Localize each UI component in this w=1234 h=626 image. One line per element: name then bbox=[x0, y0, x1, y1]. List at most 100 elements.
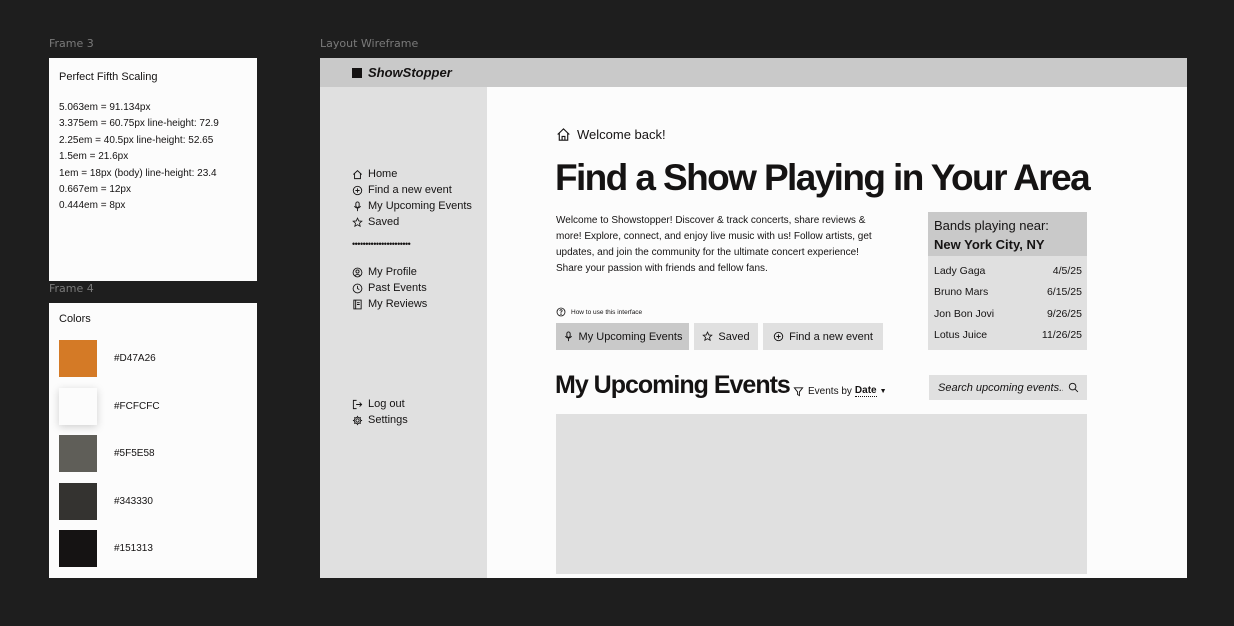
star-icon bbox=[702, 331, 714, 342]
sidebar-item-logout[interactable]: Log out bbox=[352, 397, 405, 411]
type-scale-line: 1.5em = 21.6px bbox=[59, 151, 129, 163]
band-row[interactable]: Lady Gaga 4/5/25 bbox=[928, 260, 1087, 282]
band-name: Bruno Mars bbox=[934, 286, 989, 299]
welcome-text: Welcome back! bbox=[577, 127, 666, 142]
my-upcoming-events-button[interactable]: My Upcoming Events bbox=[556, 323, 689, 350]
band-name: Lotus Juice bbox=[934, 329, 988, 342]
colors-frame: Colors #D47A26 #FCFCFC #5F5E58 #343330 #… bbox=[49, 303, 257, 578]
sidebar-item-settings[interactable]: Settings bbox=[352, 413, 408, 427]
user-circle-icon bbox=[352, 267, 363, 277]
page-title: Find a Show Playing in Your Area bbox=[555, 157, 1091, 198]
type-scale-line: 1em = 18px (body) line-height: 23.4 bbox=[59, 167, 217, 179]
sidebar-divider: •••••••••••••••••••••• bbox=[352, 239, 411, 249]
notebook-icon bbox=[353, 299, 362, 309]
color-swatch bbox=[59, 340, 97, 378]
type-scale-line: 0.444em = 8px bbox=[59, 200, 126, 212]
sort-value[interactable]: Date bbox=[854, 385, 877, 397]
colors-title: Colors bbox=[59, 313, 91, 325]
question-icon bbox=[556, 307, 566, 317]
sidebar-item-home[interactable]: Home bbox=[352, 167, 397, 181]
find-new-event-button[interactable]: Find a new event bbox=[763, 323, 883, 350]
sign-out-icon bbox=[352, 399, 363, 409]
microphone-icon bbox=[564, 331, 572, 342]
intro-paragraph: Welcome to Showstopper! Discover & track… bbox=[556, 215, 872, 274]
top-bar: ShowStopper bbox=[320, 58, 1187, 87]
button-label: Saved bbox=[718, 330, 750, 343]
clock-icon bbox=[352, 283, 363, 293]
events-list-placeholder bbox=[556, 414, 1087, 574]
color-swatch bbox=[59, 387, 97, 425]
microphone-icon bbox=[354, 200, 361, 211]
logo-square-icon bbox=[352, 67, 362, 78]
sidebar-item-reviews[interactable]: My Reviews bbox=[352, 297, 427, 311]
band-row[interactable]: Bruno Mars 6/15/25 bbox=[928, 282, 1087, 304]
section-title: My Upcoming Events bbox=[555, 371, 791, 399]
frame4-label: Frame 4 bbox=[49, 282, 94, 295]
search-input[interactable] bbox=[938, 381, 1063, 394]
band-date: 11/26/25 bbox=[1041, 329, 1082, 342]
type-scale-line: 2.25em = 40.5px line-height: 52.65 bbox=[59, 134, 214, 146]
help-link-text: How to use this interface bbox=[571, 308, 643, 316]
caret-down-icon: ▼ bbox=[879, 387, 887, 395]
color-swatch-row: #5F5E58 bbox=[59, 430, 247, 478]
color-swatch-row: #151313 bbox=[59, 525, 247, 573]
sidebar-item-upcoming-events[interactable]: My Upcoming Events bbox=[352, 199, 472, 213]
color-swatch bbox=[59, 482, 97, 520]
home-icon bbox=[353, 169, 362, 179]
search-box[interactable] bbox=[929, 375, 1087, 400]
typography-frame: Perfect Fifth Scaling 5.063em = 91.134px… bbox=[49, 58, 257, 281]
color-hex: #5F5E58 bbox=[114, 448, 155, 460]
search-icon[interactable] bbox=[1068, 382, 1079, 393]
color-swatch-row: #343330 bbox=[59, 478, 247, 526]
type-scale-line: 5.063em = 91.134px bbox=[59, 102, 151, 113]
sidebar-item-label: Past Events bbox=[368, 282, 427, 294]
color-swatch bbox=[59, 435, 97, 473]
sidebar-item-profile[interactable]: My Profile bbox=[352, 265, 417, 279]
home-icon bbox=[557, 128, 570, 141]
sidebar-item-label: My Upcoming Events bbox=[368, 200, 472, 212]
sidebar-item-label: My Reviews bbox=[368, 298, 428, 310]
nearby-bands-city[interactable]: New York City, NY bbox=[934, 235, 1081, 254]
typography-title: Perfect Fifth Scaling bbox=[59, 71, 158, 83]
sidebar-item-find-event[interactable]: Find a new event bbox=[352, 183, 452, 197]
sort-control[interactable]: Events by Date ▼ bbox=[793, 385, 887, 397]
band-date: 4/5/25 bbox=[1052, 264, 1082, 277]
color-hex: #151313 bbox=[114, 543, 153, 555]
color-swatch bbox=[59, 530, 97, 568]
gear-icon bbox=[352, 415, 363, 425]
nearby-bands-title: Bands playing near: bbox=[934, 218, 1049, 233]
sidebar-item-label: My Profile bbox=[368, 266, 417, 278]
band-name: Lady Gaga bbox=[934, 264, 986, 277]
type-scale-line: 0.667em = 12px bbox=[59, 184, 131, 196]
sidebar-item-label: Saved bbox=[368, 216, 400, 228]
nearby-bands-header: Bands playing near: New York City, NY bbox=[928, 212, 1087, 256]
saved-button[interactable]: Saved bbox=[694, 323, 758, 350]
sidebar-item-saved[interactable]: Saved bbox=[352, 215, 399, 229]
welcome-message: Welcome back! bbox=[556, 127, 666, 142]
button-label: Find a new event bbox=[789, 330, 873, 343]
color-hex: #FCFCFC bbox=[114, 400, 160, 412]
wireframe-label: Layout Wireframe bbox=[320, 37, 419, 50]
funnel-icon bbox=[793, 386, 804, 396]
sidebar-item-label: Home bbox=[368, 168, 398, 180]
sidebar-item-label: Settings bbox=[368, 414, 408, 426]
plus-circle-icon bbox=[773, 331, 784, 342]
sort-label: Events by bbox=[808, 385, 852, 397]
sidebar: Home Find a new event My Upcoming Events… bbox=[320, 87, 487, 578]
band-name: Jon Bon Jovi bbox=[934, 307, 995, 320]
sidebar-item-label: Log out bbox=[368, 398, 405, 410]
brand-logo[interactable]: ShowStopper bbox=[368, 65, 452, 80]
color-swatch-row: #D47A26 bbox=[59, 335, 247, 383]
color-hex: #343330 bbox=[114, 495, 153, 507]
sidebar-item-label: Find a new event bbox=[368, 184, 452, 196]
band-row[interactable]: Jon Bon Jovi 9/26/25 bbox=[928, 303, 1087, 325]
frame3-label: Frame 3 bbox=[49, 37, 94, 50]
sidebar-item-past-events[interactable]: Past Events bbox=[352, 281, 427, 295]
band-row[interactable]: Lotus Juice 11/26/25 bbox=[928, 325, 1087, 347]
help-link[interactable]: How to use this interface bbox=[556, 307, 642, 317]
star-icon bbox=[352, 216, 363, 227]
plus-circle-icon bbox=[352, 185, 363, 195]
band-date: 6/15/25 bbox=[1046, 286, 1082, 299]
type-scale-line: 3.375em = 60.75px line-height: 72.9 bbox=[59, 118, 219, 130]
layout-wireframe: ShowStopper Home Find a new event My Upc… bbox=[320, 58, 1187, 578]
